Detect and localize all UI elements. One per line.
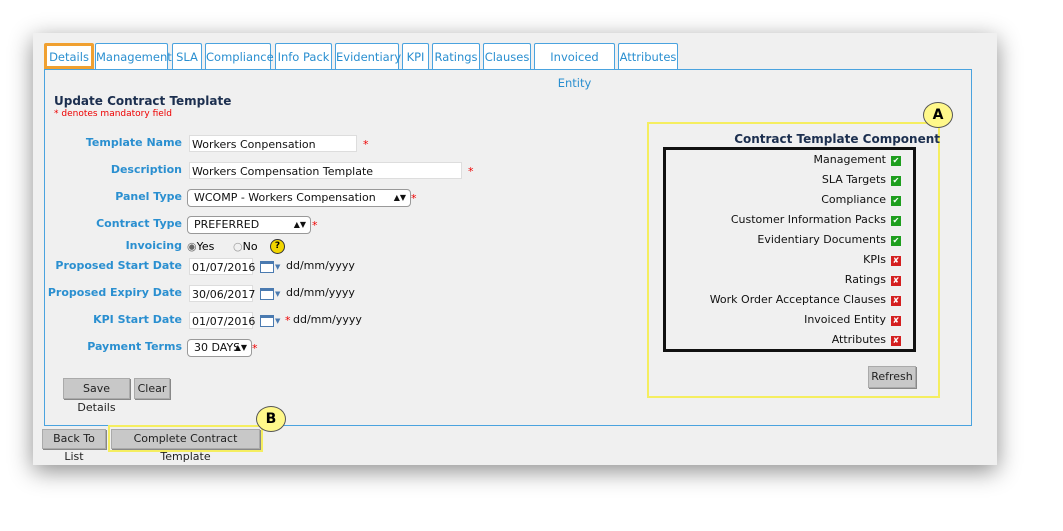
contract-type-select[interactable]: PREFERRED ▲▼	[187, 216, 311, 234]
calendar-icon[interactable]	[260, 315, 274, 327]
component-label: Compliance	[821, 193, 886, 206]
component-label: Work Order Acceptance Clauses	[709, 293, 886, 306]
select-arrows-icon: ▲▼	[393, 193, 406, 202]
tab-kpi[interactable]: KPI	[402, 43, 429, 69]
check-icon: ✔	[891, 236, 901, 246]
component-label: Customer Information Packs	[730, 213, 886, 226]
cross-icon: ✘	[891, 336, 901, 346]
payment-terms-select[interactable]: 30 DAYS ▲▼	[187, 339, 252, 357]
component-label: Invoiced Entity	[804, 313, 886, 326]
contract-type-value: PREFERRED	[194, 218, 260, 231]
tab-ratings[interactable]: Ratings	[432, 43, 480, 69]
yes-label: Yes	[196, 240, 215, 253]
help-icon[interactable]: ?	[270, 239, 285, 254]
radio-checked-icon: ◉	[187, 240, 197, 253]
date-format-hint: dd/mm/yyyy	[293, 313, 362, 326]
tab-compliance[interactable]: Compliance	[205, 43, 274, 69]
component-label: SLA Targets	[821, 173, 886, 186]
callout-b-badge: B	[256, 406, 286, 432]
payment-terms-label: Payment Terms	[87, 340, 182, 353]
radio-unchecked-icon: ○	[233, 240, 243, 253]
tab-info-pack[interactable]: Info Pack	[275, 43, 332, 69]
tab-attributes[interactable]: Attributes	[618, 43, 678, 69]
description-label: Description	[110, 163, 182, 176]
component-label: Evidentiary Documents	[757, 233, 886, 246]
panel-type-value: WCOMP - Workers Compensation	[194, 191, 376, 204]
select-arrows-icon: ▲▼	[234, 343, 247, 352]
caret-down-icon: ▼	[275, 290, 281, 298]
check-icon: ✔	[891, 156, 901, 166]
cross-icon: ✘	[891, 276, 901, 286]
check-icon: ✔	[891, 176, 901, 186]
required-marker: *	[285, 314, 291, 327]
date-format-hint: dd/mm/yyyy	[286, 259, 355, 272]
required-marker: *	[312, 219, 318, 232]
back-to-list-button[interactable]: Back To List	[42, 429, 106, 463]
component-title: Contract Template Component	[734, 132, 940, 146]
expiry-date-input[interactable]: 30/06/2017	[189, 285, 255, 302]
calendar-icon[interactable]	[260, 261, 274, 273]
start-date-label: Proposed Start Date	[55, 259, 182, 272]
component-label: Attributes	[831, 333, 886, 346]
template-name-input[interactable]: Workers Conpensation	[189, 135, 357, 152]
template-name-label: Template Name	[85, 136, 182, 149]
clear-button[interactable]: Clear	[134, 378, 170, 399]
required-marker: *	[411, 192, 417, 205]
refresh-button[interactable]: Refresh	[868, 366, 916, 388]
select-arrows-icon: ▲▼	[293, 220, 306, 229]
caret-down-icon: ▼	[275, 317, 281, 325]
tab-clauses[interactable]: Clauses	[483, 43, 531, 69]
no-label: No	[242, 240, 258, 253]
required-marker: *	[468, 165, 474, 178]
date-format-hint: dd/mm/yyyy	[286, 286, 355, 299]
invoicing-yes-radio[interactable]: ◉Yes	[187, 240, 214, 253]
component-label: Management	[813, 153, 886, 166]
required-marker: *	[363, 138, 369, 151]
tab-invoiced-entity[interactable]: Invoiced Entity	[534, 43, 615, 90]
required-marker: *	[252, 342, 258, 355]
tab-evidentiary[interactable]: Evidentiary	[335, 43, 401, 69]
component-label: Ratings	[844, 273, 886, 286]
page-title: Update Contract Template	[54, 94, 232, 108]
component-label: KPIs	[863, 253, 886, 266]
invoicing-no-radio[interactable]: ○No	[233, 240, 258, 253]
kpi-date-label: KPI Start Date	[93, 313, 182, 326]
description-input[interactable]: Workers Compensation Template	[189, 162, 462, 179]
expiry-date-label: Proposed Expiry Date	[47, 286, 182, 299]
payment-terms-value: 30 DAYS	[194, 341, 241, 354]
callout-a-badge: A	[923, 102, 953, 128]
calendar-icon[interactable]	[260, 288, 274, 300]
check-icon: ✔	[891, 216, 901, 226]
kpi-date-input[interactable]: 01/07/2016	[189, 312, 255, 329]
tab-management[interactable]: Management	[95, 43, 172, 69]
start-date-input[interactable]: 01/07/2016	[189, 258, 255, 275]
check-icon: ✔	[891, 196, 901, 206]
mandatory-note: * denotes mandatory field	[54, 109, 172, 119]
complete-contract-template-button[interactable]: Complete Contract Template	[111, 429, 260, 463]
tab-details[interactable]: Details	[44, 43, 94, 69]
panel-type-label: Panel Type	[115, 190, 182, 203]
cross-icon: ✘	[891, 316, 901, 326]
tab-sla[interactable]: SLA	[172, 43, 202, 69]
invoicing-label: Invoicing	[125, 239, 182, 252]
caret-down-icon: ▼	[275, 263, 281, 271]
contract-type-label: Contract Type	[96, 217, 182, 230]
cross-icon: ✘	[891, 296, 901, 306]
panel-type-select[interactable]: WCOMP - Workers Compensation ▲▼	[187, 189, 411, 207]
cross-icon: ✘	[891, 256, 901, 266]
save-details-button[interactable]: Save Details	[63, 378, 130, 414]
